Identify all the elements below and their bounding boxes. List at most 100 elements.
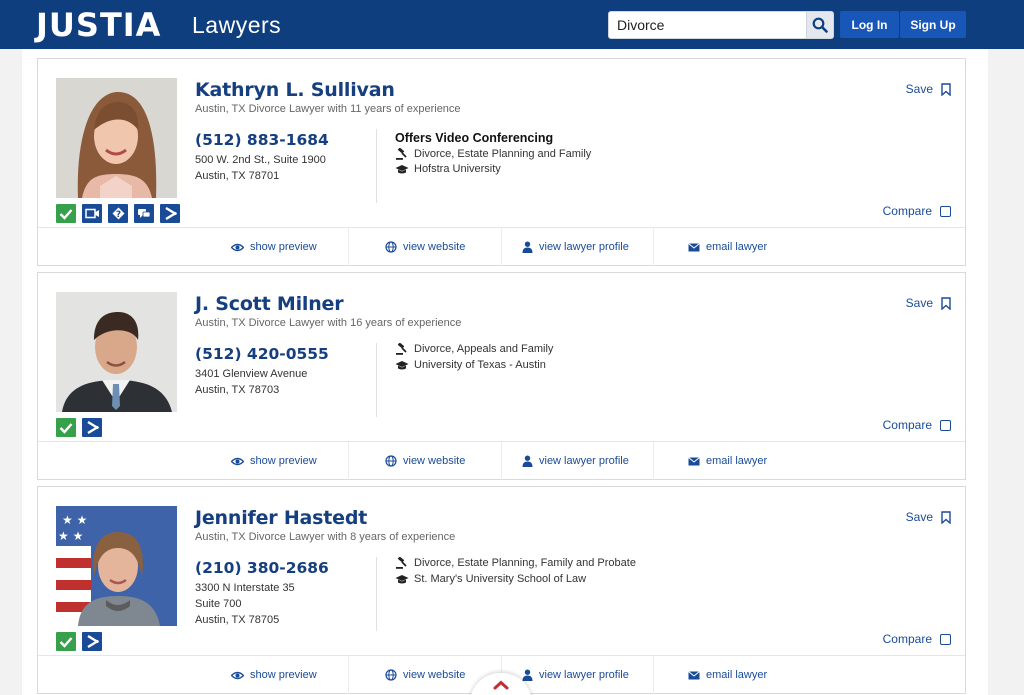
svg-text:★ ★: ★ ★ bbox=[58, 529, 83, 543]
check-icon[interactable] bbox=[56, 418, 76, 437]
lawyers-logo-text[interactable]: Lawyers bbox=[192, 10, 281, 40]
action-divider bbox=[653, 228, 654, 266]
view-profile-link[interactable]: view lawyer profile bbox=[522, 656, 629, 694]
eye-icon bbox=[231, 457, 244, 466]
search-box bbox=[608, 11, 834, 39]
practice-areas: Divorce, Estate Planning and Family bbox=[395, 148, 591, 160]
envelope-icon bbox=[688, 456, 700, 466]
email-lawyer-link[interactable]: email lawyer bbox=[688, 656, 767, 694]
education: Hofstra University bbox=[395, 163, 501, 175]
lawyer-photo[interactable]: ★ ★ ★ ★ bbox=[56, 506, 177, 626]
school-text: St. Mary's University School of Law bbox=[414, 573, 587, 585]
school-text: University of Texas - Austin bbox=[414, 359, 546, 371]
show-preview-link[interactable]: show preview bbox=[231, 228, 317, 266]
eye-icon bbox=[231, 243, 244, 252]
action-divider bbox=[653, 442, 654, 480]
search-button[interactable] bbox=[806, 12, 833, 38]
justia-logo[interactable]: JUSTIA bbox=[36, 6, 161, 44]
action-divider bbox=[348, 442, 349, 480]
practice-areas: Divorce, Appeals and Family bbox=[395, 343, 553, 355]
compare-toggle[interactable]: Compare bbox=[883, 632, 951, 646]
save-button[interactable]: Save bbox=[906, 510, 951, 524]
email-lawyer-link[interactable]: email lawyer bbox=[688, 228, 767, 266]
view-profile-link[interactable]: view lawyer profile bbox=[522, 228, 629, 266]
compare-toggle[interactable]: Compare bbox=[883, 204, 951, 218]
address-line: Austin, TX 78703 bbox=[195, 384, 280, 396]
view-website-link[interactable]: view website bbox=[385, 442, 465, 480]
action-divider bbox=[348, 656, 349, 694]
share-icon[interactable] bbox=[160, 204, 180, 223]
question-icon[interactable]: ? bbox=[108, 204, 128, 223]
search-input[interactable] bbox=[609, 12, 805, 38]
compare-checkbox[interactable] bbox=[940, 205, 951, 217]
save-button[interactable]: Save bbox=[906, 82, 951, 96]
signup-button[interactable]: Sign Up bbox=[900, 11, 966, 38]
person-icon bbox=[522, 455, 533, 467]
compare-toggle[interactable]: Compare bbox=[883, 418, 951, 432]
divider bbox=[376, 129, 377, 203]
address-line: 500 W. 2nd St., Suite 1900 bbox=[195, 154, 326, 166]
action-bar: show preview view website view lawyer pr… bbox=[38, 441, 965, 480]
lawyer-subtitle: Austin, TX Divorce Lawyer with 8 years o… bbox=[195, 531, 456, 543]
eye-icon bbox=[231, 671, 244, 680]
bookmark-icon bbox=[941, 510, 951, 524]
view-profile-link[interactable]: view lawyer profile bbox=[522, 442, 629, 480]
video-icon[interactable] bbox=[82, 204, 102, 223]
address-line: Austin, TX 78705 bbox=[195, 614, 280, 626]
address-line: Suite 700 bbox=[195, 598, 242, 610]
divider bbox=[376, 343, 377, 417]
lawyer-photo[interactable] bbox=[56, 292, 177, 412]
lawyer-phone[interactable]: (512) 420-0555 bbox=[195, 345, 329, 363]
check-icon[interactable] bbox=[56, 204, 76, 223]
chat-icon[interactable] bbox=[134, 204, 154, 223]
globe-icon bbox=[385, 455, 397, 467]
login-button[interactable]: Log In bbox=[840, 11, 899, 38]
search-icon bbox=[812, 17, 828, 33]
compare-checkbox[interactable] bbox=[940, 633, 951, 645]
view-website-link[interactable]: view website bbox=[385, 656, 465, 694]
lawyer-card: ★ ★ ★ ★ Jennifer Hastedt Austin, TX Divo… bbox=[37, 486, 966, 694]
practice-text: Divorce, Estate Planning, Family and Pro… bbox=[414, 557, 636, 569]
share-icon[interactable] bbox=[82, 418, 102, 437]
show-preview-link[interactable]: show preview bbox=[231, 442, 317, 480]
share-icon[interactable] bbox=[82, 632, 102, 651]
email-lawyer-link[interactable]: email lawyer bbox=[688, 442, 767, 480]
lawyer-photo[interactable] bbox=[56, 78, 177, 198]
graduation-cap-icon bbox=[395, 573, 409, 585]
envelope-icon bbox=[688, 242, 700, 252]
action-bar: show preview view website view lawyer pr… bbox=[38, 227, 965, 266]
divider bbox=[376, 557, 377, 631]
practice-areas: Divorce, Estate Planning, Family and Pro… bbox=[395, 557, 636, 569]
show-preview-link[interactable]: show preview bbox=[231, 656, 317, 694]
compare-label: Compare bbox=[882, 204, 932, 218]
lawyer-subtitle: Austin, TX Divorce Lawyer with 11 years … bbox=[195, 103, 461, 115]
lawyer-name[interactable]: Kathryn L. Sullivan bbox=[195, 78, 395, 102]
envelope-icon bbox=[688, 670, 700, 680]
lawyer-name[interactable]: J. Scott Milner bbox=[195, 292, 344, 316]
lawyer-card: ? Kathryn L. Sullivan Austin, TX Divorce… bbox=[37, 58, 966, 266]
graduation-cap-icon bbox=[395, 359, 409, 371]
person-icon bbox=[522, 241, 533, 253]
address-line: 3401 Glenview Avenue bbox=[195, 368, 308, 380]
bookmark-icon bbox=[941, 296, 951, 310]
graduation-cap-icon bbox=[395, 163, 409, 175]
lawyer-card: J. Scott Milner Austin, TX Divorce Lawye… bbox=[37, 272, 966, 480]
video-conferencing-label: Offers Video Conferencing bbox=[395, 131, 554, 145]
lawyer-name[interactable]: Jennifer Hastedt bbox=[195, 506, 367, 530]
lawyer-phone[interactable]: (210) 380-2686 bbox=[195, 559, 329, 577]
practice-text: Divorce, Appeals and Family bbox=[414, 343, 554, 355]
gavel-icon bbox=[395, 557, 409, 569]
person-icon bbox=[522, 669, 533, 681]
lawyer-phone[interactable]: (512) 883-1684 bbox=[195, 131, 329, 149]
badge-row bbox=[56, 418, 102, 438]
save-button[interactable]: Save bbox=[906, 296, 951, 310]
gavel-icon bbox=[395, 148, 409, 160]
education: St. Mary's University School of Law bbox=[395, 573, 586, 585]
compare-label: Compare bbox=[882, 632, 932, 646]
compare-checkbox[interactable] bbox=[940, 419, 951, 431]
badge-row bbox=[56, 632, 102, 652]
gavel-icon bbox=[395, 343, 409, 355]
view-website-link[interactable]: view website bbox=[385, 228, 465, 266]
globe-icon bbox=[385, 241, 397, 253]
check-icon[interactable] bbox=[56, 632, 76, 651]
